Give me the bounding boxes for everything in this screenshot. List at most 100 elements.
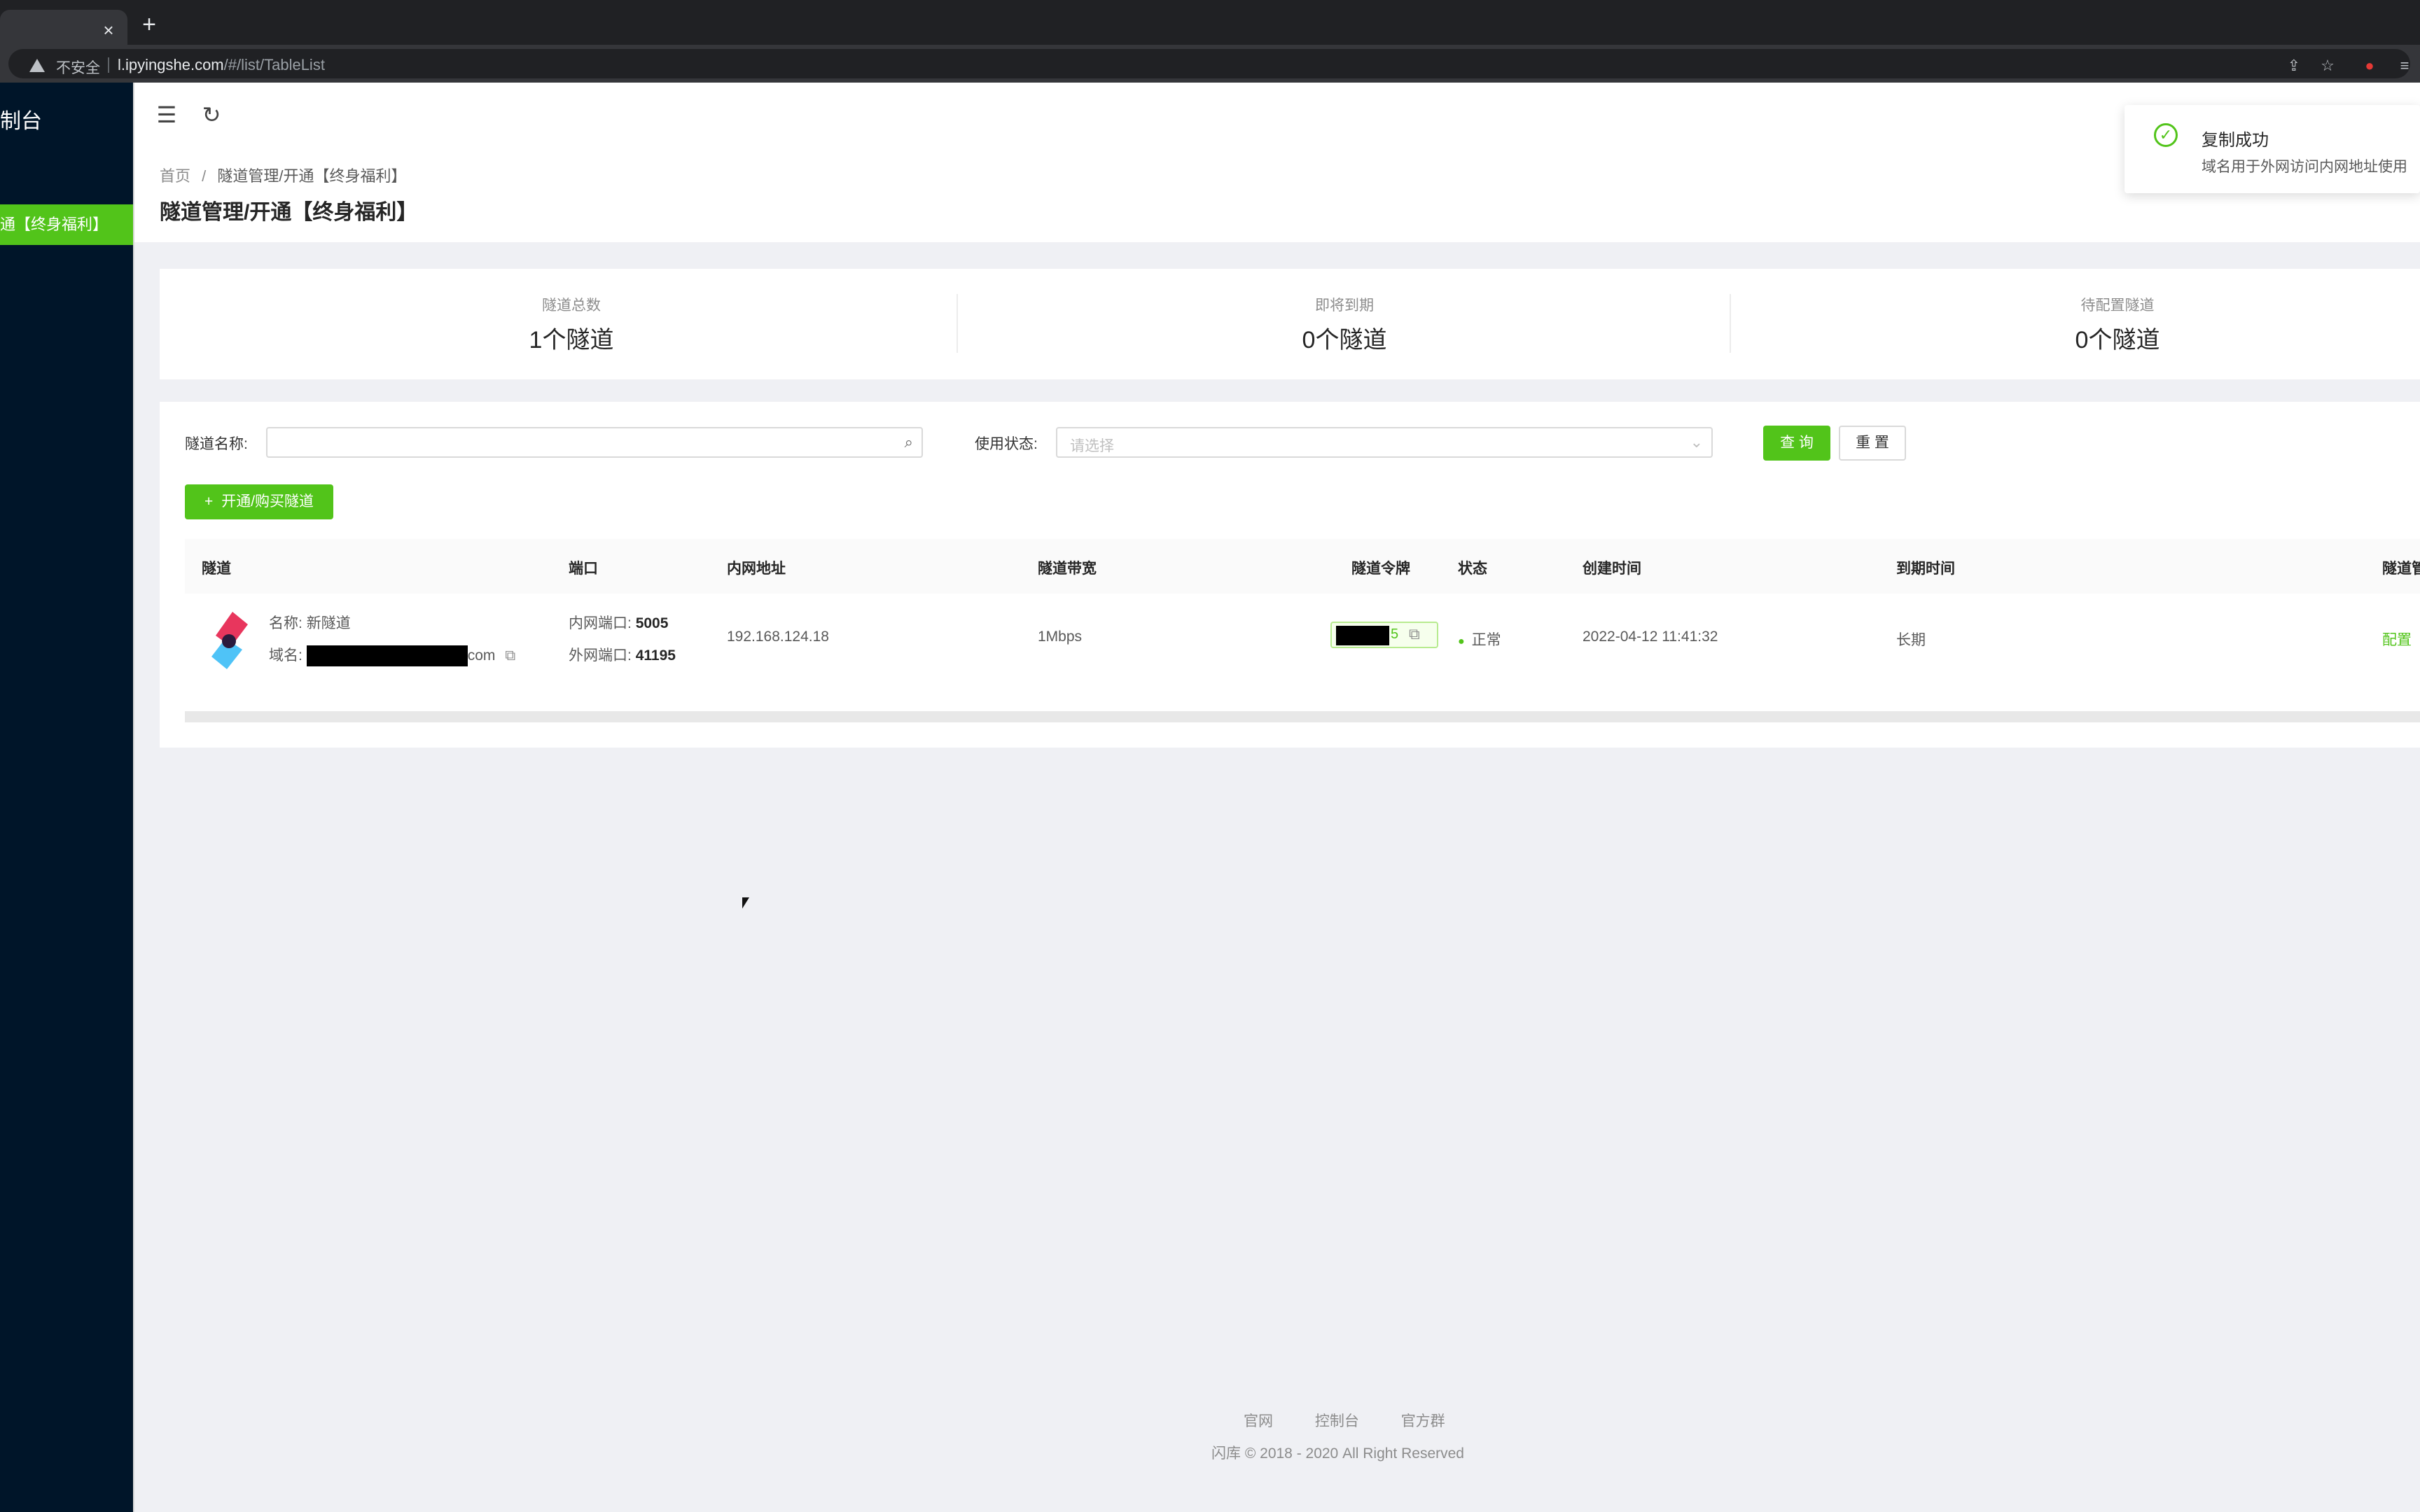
status-text: 正常 [1471, 632, 1501, 648]
chevron-down-icon: ⌄ [1690, 433, 1703, 451]
status-select-placeholder: 请选择 [1070, 438, 1114, 454]
column-header: 端口 [569, 561, 598, 577]
tunnel-table-card: 隧道名称: ⌕ 使用状态: 请选择 ⌄ 查 询 重 置 + 开通/购买隧道 隧道 … [160, 402, 2420, 748]
bandwidth: 1Mbps [1038, 629, 1083, 645]
column-header: 内网地址 [727, 561, 786, 577]
page-header: 首页 / 隧道管理/开通【终身福利】 隧道管理/开通【终身福利】 [134, 151, 2420, 242]
token-tag[interactable]: 5 ⧉ [1330, 622, 1438, 648]
column-header: 隧道 [202, 561, 231, 577]
table-row: 名称: 新隧道 域名: com ⧉ 内网端口: 5005 外网端口: 41195… [185, 594, 2420, 689]
stat-label: 即将到期 [1315, 298, 1374, 314]
tunnel-logo-icon [211, 612, 248, 669]
footer-link-group[interactable]: 官方群 [1401, 1413, 1445, 1429]
outer-port-label: 外网端口: [569, 648, 632, 664]
horizontal-scrollbar[interactable] [185, 711, 2420, 722]
browser-tab-bar: × + [0, 0, 2420, 45]
share-icon[interactable]: ⇪ [2286, 57, 2302, 74]
top-header: ☰ ↻ [134, 83, 2420, 153]
stats-card: 隧道总数 1个隧道 即将到期 0个隧道 待配置隧道 0个隧道 [160, 269, 2420, 379]
column-header: 隧道带宽 [1038, 561, 1097, 577]
copy-success-notification: ✓ 复制成功 域名用于外网访问内网地址使用 [2125, 105, 2420, 193]
plus-icon: + [204, 493, 214, 510]
footer-links: 官网 控制台 官方群 [1244, 1410, 1445, 1431]
inner-port: 内网端口: 5005 [569, 612, 668, 633]
divider [108, 57, 109, 73]
stat-pending: 待配置隧道 0个隧道 [1977, 294, 2258, 355]
tunnel-name: 名称: 新隧道 [269, 612, 351, 633]
breadcrumb-home[interactable]: 首页 [160, 167, 190, 185]
status-badge: ● 正常 [1458, 629, 1501, 650]
tunnel-name-value: 新隧道 [306, 615, 351, 631]
notification-description: 域名用于外网访问内网地址使用 [2202, 159, 2407, 175]
tunnel-domain-suffix: com [467, 648, 496, 664]
tunnel-name-label: 名称: [269, 615, 302, 631]
bookmark-star-icon[interactable]: ☆ [2319, 57, 2336, 74]
config-link[interactable]: 配置 [2382, 629, 2412, 650]
add-tunnel-label: 开通/购买隧道 [221, 493, 314, 510]
tunnel-name-input[interactable]: ⌕ [266, 427, 923, 458]
url-text[interactable]: l.ipyingshe.com/#/list/TableList [118, 56, 325, 74]
close-tab-icon[interactable]: × [98, 20, 119, 41]
search-icon[interactable]: ⌕ [905, 433, 913, 451]
inner-port-value: 5005 [635, 615, 669, 631]
sidebar-logo-text: 制台 [0, 110, 42, 133]
refresh-icon[interactable]: ↻ [197, 101, 225, 129]
tunnel-name-label: 隧道名称: [185, 436, 248, 452]
column-header: 状态 [1458, 561, 1487, 577]
url-path: /#/list/TableList [223, 56, 325, 74]
breadcrumb-separator: / [202, 167, 207, 185]
tunnel-domain-label: 域名: [269, 648, 302, 664]
stat-label: 隧道总数 [542, 298, 601, 314]
warning-icon[interactable] [29, 59, 45, 72]
status-filter-label: 使用状态: [975, 436, 1038, 452]
breadcrumb: 首页 / 隧道管理/开通【终身福利】 [160, 164, 407, 186]
inner-port-label: 内网端口: [569, 615, 632, 631]
table-header: 隧道 端口 内网地址 隧道带宽 隧道令牌 状态 创建时间 到期时间 隧道管 [185, 539, 2420, 595]
column-header: 隧道令牌 [1351, 561, 1410, 577]
inner-address: 192.168.124.18 [727, 629, 829, 645]
outer-port: 外网端口: 41195 [569, 644, 676, 665]
check-circle-icon: ✓ [2154, 123, 2178, 147]
redacted-token [1336, 626, 1389, 645]
copy-icon[interactable]: ⧉ [1409, 625, 1420, 643]
divider [957, 294, 958, 353]
page-title: 隧道管理/开通【终身福利】 [160, 201, 418, 224]
column-header: 隧道管 [2382, 561, 2420, 577]
column-header: 到期时间 [1896, 561, 1955, 577]
url-host: l.ipyingshe.com [118, 56, 224, 74]
expire-time: 长期 [1896, 632, 1926, 648]
footer-link-website[interactable]: 官网 [1244, 1413, 1273, 1429]
created-time: 2022-04-12 11:41:32 [1583, 629, 1718, 645]
stat-total: 隧道总数 1个隧道 [431, 294, 711, 355]
column-header: 创建时间 [1583, 561, 1641, 577]
outer-port-value: 41195 [635, 648, 676, 664]
extension-icon[interactable]: ● [2361, 57, 2378, 74]
copy-icon[interactable]: ⧉ [505, 648, 515, 664]
reset-button[interactable]: 重 置 [1839, 426, 1906, 461]
address-bar-area: 不安全 l.ipyingshe.com/#/list/TableList ⇪ ☆… [0, 45, 2420, 83]
status-select[interactable]: 请选择 ⌄ [1056, 427, 1713, 458]
menu-fold-icon[interactable]: ☰ [153, 101, 181, 129]
divider [1730, 294, 1731, 353]
redacted-domain [306, 645, 468, 667]
stat-expiring: 即将到期 0个隧道 [1204, 294, 1484, 355]
notification-title: 复制成功 [2202, 131, 2269, 150]
insecure-label[interactable]: 不安全 [56, 57, 100, 78]
new-tab-icon[interactable]: + [137, 13, 161, 36]
mouse-cursor-icon [742, 897, 749, 909]
status-dot-icon: ● [1458, 636, 1465, 648]
menu-icon[interactable]: ≡ [2396, 57, 2413, 74]
stat-value: 1个隧道 [529, 327, 614, 354]
query-button[interactable]: 查 询 [1763, 426, 1830, 461]
browser-tab[interactable]: × [0, 10, 127, 45]
address-bar[interactable]: 不安全 l.ipyingshe.com/#/list/TableList ⇪ ☆… [8, 49, 2410, 78]
stat-value: 0个隧道 [1302, 327, 1387, 354]
tunnel-domain: 域名: com ⧉ [269, 644, 515, 667]
sidebar: 制台 通【终身福利】 [0, 83, 134, 1512]
footer-link-console[interactable]: 控制台 [1315, 1413, 1359, 1429]
sidebar-item-tunnel[interactable]: 通【终身福利】 [0, 204, 133, 245]
token-tail: 5 [1391, 626, 1399, 642]
footer-copyright: 闪库 © 2018 - 2020 All Right Reserved [1211, 1446, 1464, 1462]
add-tunnel-button[interactable]: + 开通/购买隧道 [185, 484, 333, 519]
stat-label: 待配置隧道 [2080, 298, 2155, 314]
